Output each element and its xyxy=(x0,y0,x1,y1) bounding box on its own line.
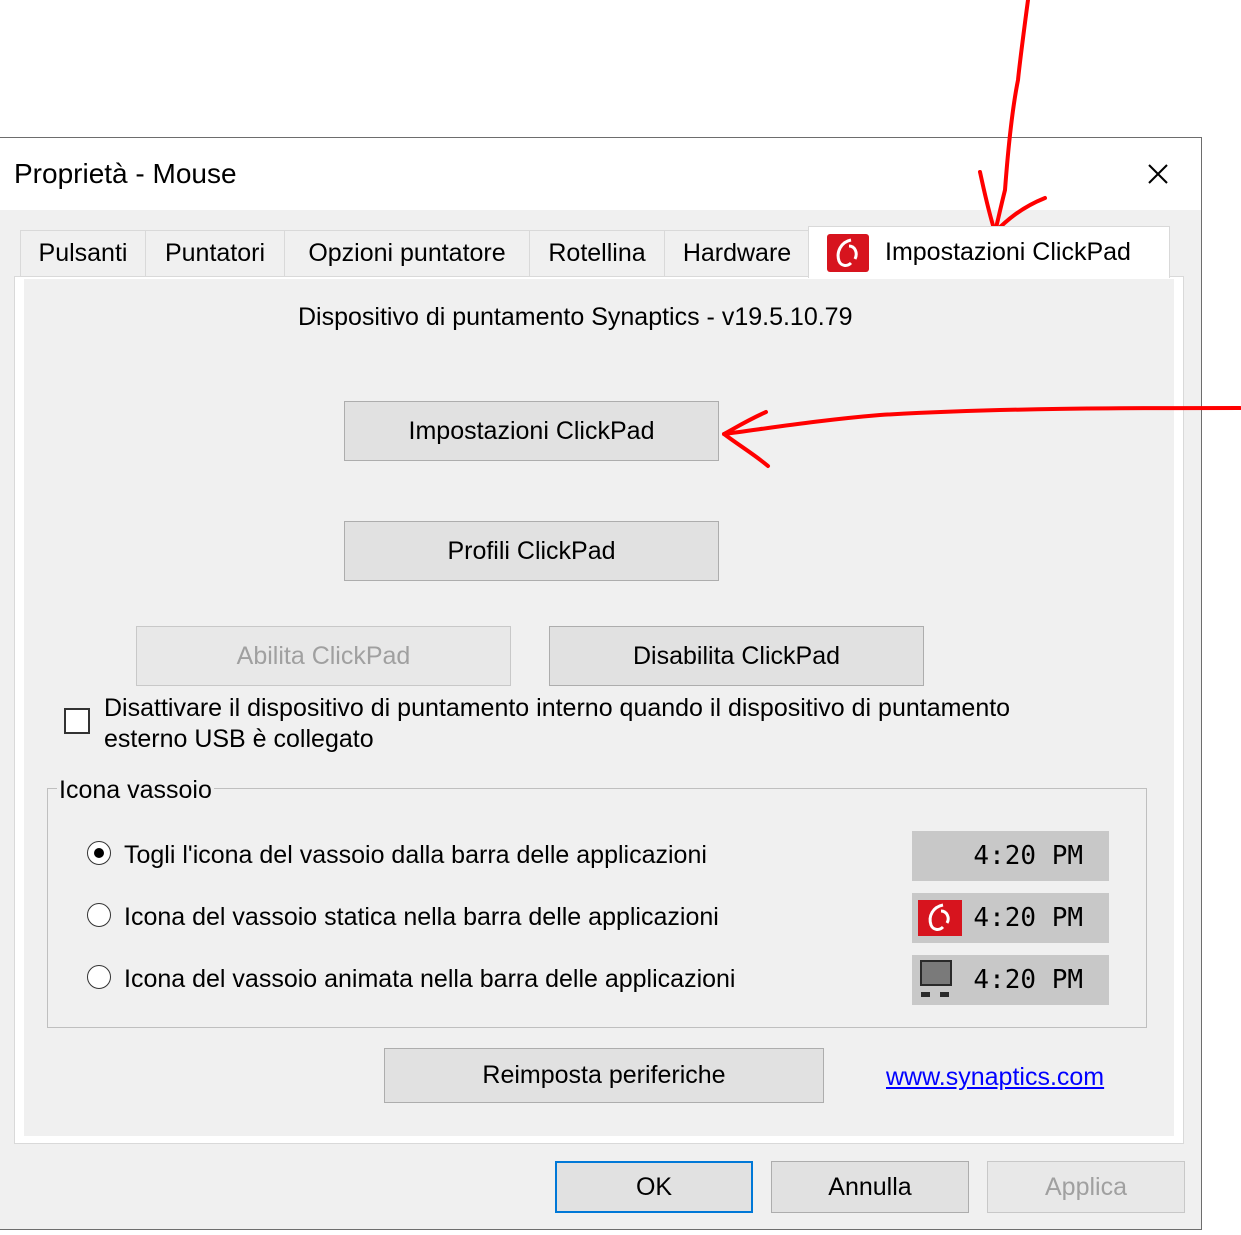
synaptics-website-link[interactable]: www.synaptics.com xyxy=(886,1063,1104,1092)
tab-pulsanti[interactable]: Pulsanti xyxy=(20,230,146,276)
touchpad-icon xyxy=(920,960,952,997)
checkbox-label-line2: esterno USB è collegato xyxy=(104,725,374,753)
disable-clickpad-button[interactable]: Disabilita ClickPad xyxy=(549,626,924,686)
radio-label-static: Icona del vassoio statica nella barra de… xyxy=(124,903,719,931)
tray-time: 4:20 PM xyxy=(973,965,1083,995)
device-caption: Dispositivo di puntamento Synaptics - v1… xyxy=(298,303,853,331)
radio-selected-dot xyxy=(94,848,104,858)
radio-remove-tray-icon[interactable] xyxy=(87,841,111,865)
close-button[interactable] xyxy=(1115,138,1201,210)
radio-static-tray-icon[interactable] xyxy=(87,903,111,927)
ok-button[interactable]: OK xyxy=(555,1161,753,1213)
enable-clickpad-button[interactable]: Abilita ClickPad xyxy=(136,626,511,686)
close-icon xyxy=(1148,164,1168,184)
tray-preview-static: 4:20 PM xyxy=(912,893,1109,943)
tray-icon-group-label: Icona vassoio xyxy=(57,776,214,805)
apply-button[interactable]: Applica xyxy=(987,1161,1185,1213)
tray-time: 4:20 PM xyxy=(973,903,1083,933)
title-bar: Proprietà - Mouse xyxy=(0,138,1201,210)
tab-impostazioni-clickpad[interactable]: Impostazioni ClickPad xyxy=(808,226,1170,278)
tray-preview-none: 4:20 PM xyxy=(912,831,1109,881)
tab-opzioni-puntatore[interactable]: Opzioni puntatore xyxy=(284,230,530,276)
reset-devices-button[interactable]: Reimposta periferiche xyxy=(384,1048,824,1103)
radio-animated-tray-icon[interactable] xyxy=(87,965,111,989)
synaptics-icon xyxy=(918,900,962,936)
radio-label-animated: Icona del vassoio animata nella barra de… xyxy=(124,965,736,993)
clickpad-settings-button[interactable]: Impostazioni ClickPad xyxy=(344,401,719,461)
tray-time: 4:20 PM xyxy=(973,841,1083,871)
tray-preview-animated: 4:20 PM xyxy=(912,955,1109,1005)
clickpad-profiles-button[interactable]: Profili ClickPad xyxy=(344,521,719,581)
window-title: Proprietà - Mouse xyxy=(14,158,237,189)
tab-hardware[interactable]: Hardware xyxy=(664,230,810,276)
cancel-button[interactable]: Annulla xyxy=(771,1161,969,1213)
checkbox-label-line1: Disattivare il dispositivo di puntamento… xyxy=(104,694,1011,722)
disable-internal-device-checkbox[interactable] xyxy=(64,708,90,734)
tab-puntatori[interactable]: Puntatori xyxy=(145,230,285,276)
synaptics-icon xyxy=(827,233,869,272)
radio-label-remove: Togli l'icona del vassoio dalla barra de… xyxy=(124,841,707,869)
tab-label: Impostazioni ClickPad xyxy=(885,238,1131,266)
tab-rotellina[interactable]: Rotellina xyxy=(529,230,665,276)
mouse-properties-window: Proprietà - Mouse Pulsanti Puntatori Opz… xyxy=(0,137,1202,1230)
